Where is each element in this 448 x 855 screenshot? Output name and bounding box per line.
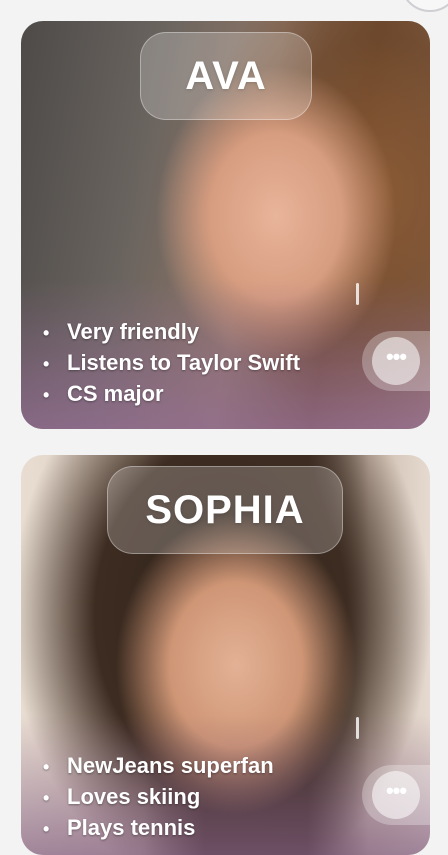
bullet-icon: • — [43, 788, 50, 808]
profile-card-sophia[interactable]: SOPHIA • NewJeans superfan • Loves skiing … — [21, 455, 430, 855]
profile-name: AVA — [185, 53, 267, 98]
scroll-indicator — [356, 717, 359, 739]
list-item: • Listens to Taylor Swift — [43, 348, 300, 379]
bullet-icon: • — [43, 385, 50, 405]
list-item: • Loves skiing — [43, 782, 274, 813]
bullet-icon: • — [43, 354, 50, 374]
trait-text: NewJeans superfan — [67, 753, 274, 778]
trait-text: CS major — [67, 381, 164, 406]
trait-text: Loves skiing — [67, 784, 201, 809]
trait-list: • Very friendly • Listens to Taylor Swift … — [43, 317, 300, 410]
profile-name: SOPHIA — [145, 487, 305, 532]
list-item: • Plays tennis — [43, 813, 274, 844]
trait-text: Plays tennis — [67, 815, 196, 840]
trait-text: Listens to Taylor Swift — [67, 350, 301, 375]
scroll-indicator — [356, 283, 359, 305]
more-horizontal-icon[interactable]: ••• — [372, 337, 420, 385]
profile-name-badge: SOPHIA — [107, 466, 343, 554]
profile-name-badge: AVA — [140, 32, 312, 120]
list-item: • NewJeans superfan — [43, 751, 274, 782]
trait-list: • NewJeans superfan • Loves skiing • Plays … — [43, 751, 274, 844]
top-action-button[interactable] — [400, 0, 448, 12]
trait-text: Very friendly — [67, 319, 200, 344]
list-item: • Very friendly — [43, 317, 300, 348]
more-options-tab[interactable]: ••• — [362, 331, 430, 391]
more-options-tab[interactable]: ••• — [362, 765, 430, 825]
bullet-icon: • — [43, 819, 50, 839]
bullet-icon: • — [43, 323, 50, 343]
bullet-icon: • — [43, 757, 50, 777]
profile-card-ava[interactable]: AVA • Very friendly • Listens to Taylor Sw… — [21, 21, 430, 429]
more-horizontal-icon[interactable]: ••• — [372, 771, 420, 819]
list-item: • CS major — [43, 379, 300, 410]
